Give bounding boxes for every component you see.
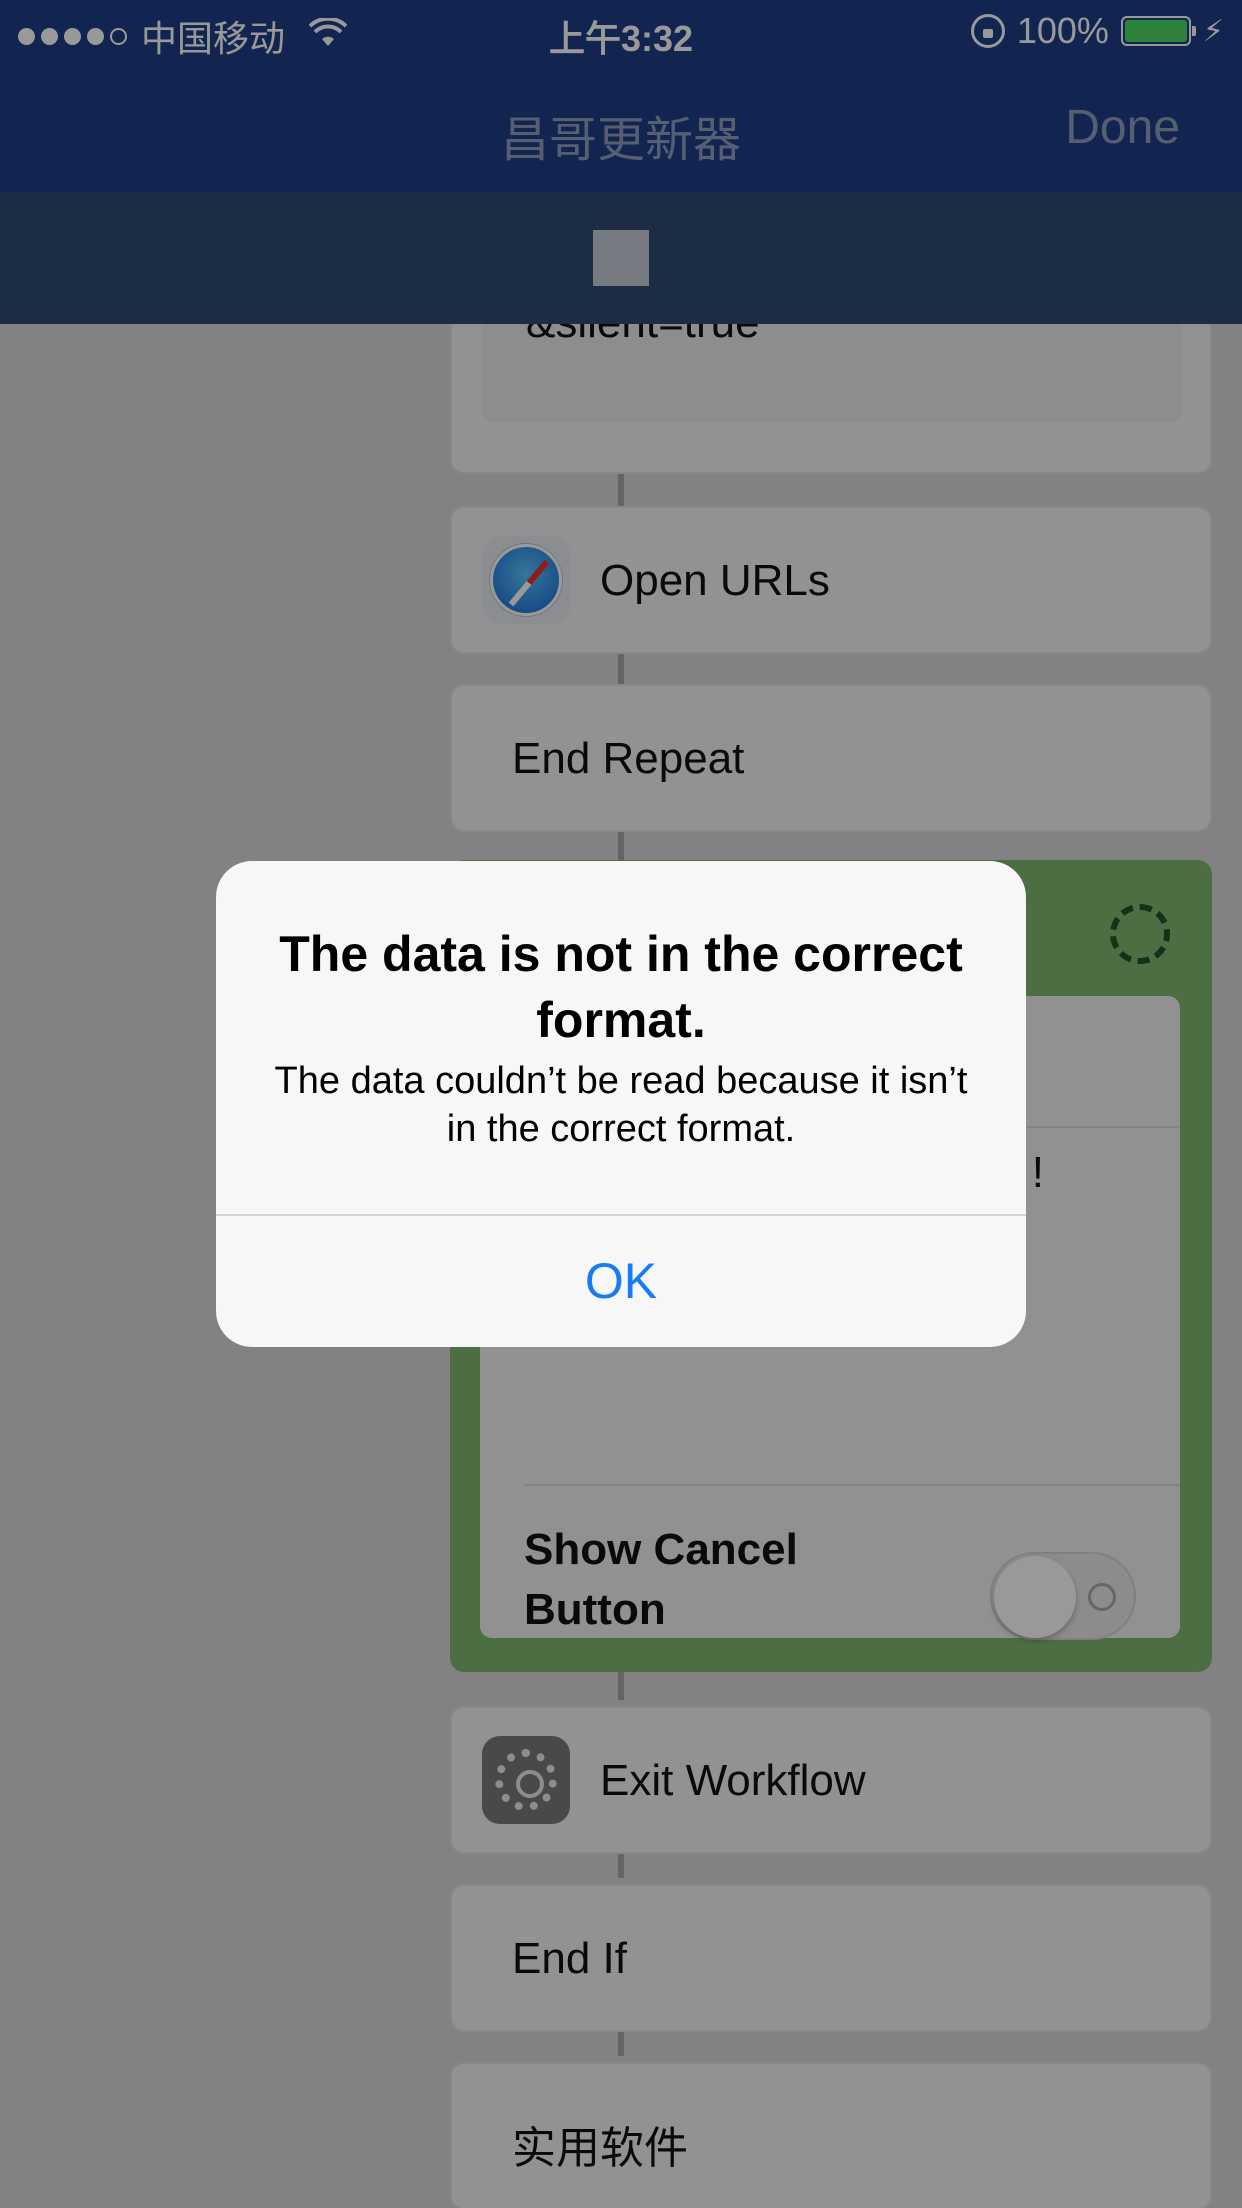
alert-message: The data couldn’t be read because it isn…	[274, 1060, 968, 1150]
ok-button[interactable]: OK	[216, 1216, 1026, 1347]
alert-title: The data is not in the correct format.	[279, 926, 963, 1048]
error-alert-dialog: The data is not in the correct format. T…	[216, 861, 1026, 1347]
